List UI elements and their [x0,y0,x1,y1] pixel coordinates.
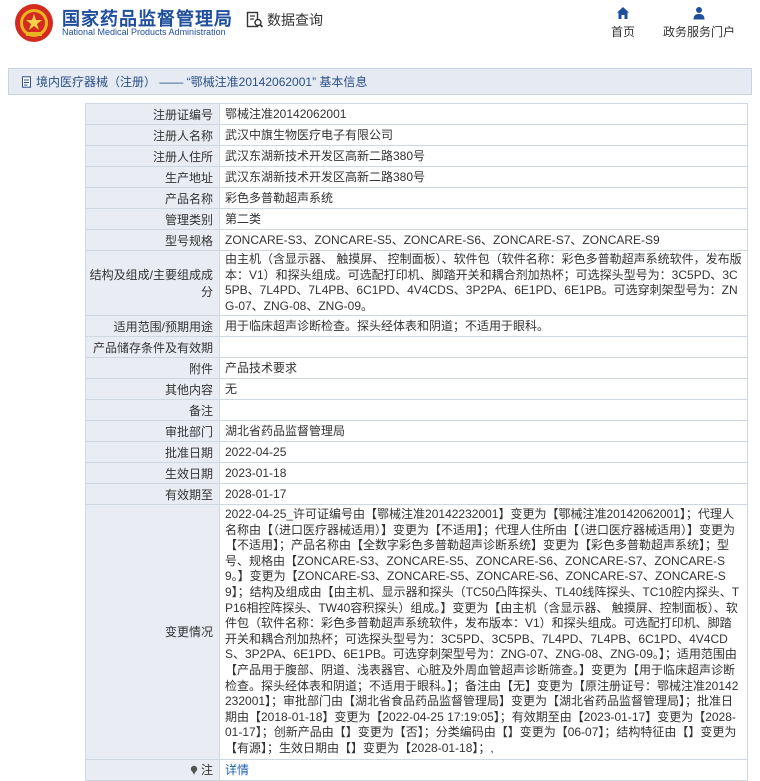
registration-info-table: 注册证编号 鄂械注准20142062001 注册人名称 武汉中旗生物医疗电子有限… [85,103,748,781]
field-label: 注册人住所 [85,145,220,167]
field-label: 注 [200,763,213,777]
field-value: 彩色多普勒超声系统 [219,187,748,209]
field-value: 用于临床超声诊断检查。探头经体表和阴道；不适用于眼科。 [219,315,748,337]
document-icon [22,75,31,88]
nav-home-label: 首页 [611,25,636,39]
table-row: 生产地址 武汉东湖新技术开发区高新二路380号 [85,166,748,188]
field-label: 注册证编号 [85,103,220,125]
breadcrumb-text: 境内医疗器械（注册） —— “鄂械注准20142062001” 基本信息 [36,75,368,89]
table-row: 其他内容 无 [85,378,748,400]
table-row: 产品名称 彩色多普勒超声系统 [85,187,748,209]
field-value: 武汉东湖新技术开发区高新二路380号 [219,145,748,167]
field-value: 产品技术要求 [219,357,748,379]
data-query-label: 数据查询 [267,12,323,28]
table-row: 产品储存条件及有效期 [85,336,748,358]
table-row: 审批部门 湖北省药品监督管理局 [85,420,748,442]
field-label: 其他内容 [85,378,220,400]
field-label: 生产地址 [85,166,220,188]
data-query-link[interactable]: 数据查询 [246,10,323,30]
details-cell: 详情 [219,758,748,781]
field-label: 注册人名称 [85,124,220,146]
field-value: 由主机（含显示器、 触摸屏、 控制面板）、软件包（软件名称：彩色多普勒超声系统软… [219,250,748,316]
field-label: 生效日期 [85,462,220,484]
table-row: 注册人名称 武汉中旗生物医疗电子有限公司 [85,124,748,146]
search-document-icon [246,11,264,28]
field-value: ZONCARE-S3、ZONCARE-S5、ZONCARE-S6、ZONCARE… [219,229,748,251]
national-emblem-icon [15,4,53,42]
field-value [219,399,748,421]
field-value: 武汉东湖新技术开发区高新二路380号 [219,166,748,188]
field-label: 附件 [85,357,220,379]
field-value: 2023-01-18 [219,462,748,484]
table-row: 生效日期 2023-01-18 [85,462,748,484]
field-value: 2028-01-17 [219,483,748,505]
field-value: 湖北省药品监督管理局 [219,420,748,442]
field-value: 无 [219,378,748,400]
field-label: 有效期至 [85,483,220,505]
nav-services-label: 政务服务门户 [663,25,736,39]
field-label: 适用范围/预期用途 [85,315,220,337]
nav-services[interactable]: 政务服务门户 [663,6,735,40]
field-label: 型号规格 [85,229,220,251]
table-row: 附件 产品技术要求 [85,357,748,379]
field-value: 武汉中旗生物医疗电子有限公司 [219,124,748,146]
table-row: 备注 [85,399,748,421]
table-row: 结构及组成/主要组成成分 由主机（含显示器、 触摸屏、 控制面板）、软件包（软件… [85,250,748,316]
field-label: 产品储存条件及有效期 [85,336,220,358]
table-row: 管理类别 第二类 [85,208,748,230]
site-header: 国家药品监督管理局 National Medical Products Admi… [0,0,760,50]
field-value: 鄂械注准20142062001 [219,103,748,125]
field-label: 产品名称 [85,187,220,209]
user-icon [693,7,705,20]
field-label: 批准日期 [85,441,220,463]
field-value: 第二类 [219,208,748,230]
home-icon [617,7,629,19]
change-history-value: 2022-04-25_许可证编号由【鄂械注准20142232001】变更为【鄂械… [219,504,748,760]
table-row: 批准日期 2022-04-25 [85,441,748,463]
field-label: 结构及组成/主要组成成分 [85,250,220,316]
note-label-cell: 注 [85,758,220,781]
field-value [219,336,748,358]
table-row: 变更情况 2022-04-25_许可证编号由【鄂械注准20142232001】变… [85,504,748,760]
table-row: 注册证编号 鄂械注准20142062001 [85,103,748,125]
table-row: 注册人住所 武汉东湖新技术开发区高新二路380号 [85,145,748,167]
field-value: 2022-04-25 [219,441,748,463]
nav-home[interactable]: 首页 [611,6,635,40]
pin-icon [190,765,198,775]
field-label: 管理类别 [85,208,220,230]
field-label: 变更情况 [85,504,220,760]
brand-title-en[interactable]: National Medical Products Administration [62,27,226,37]
field-label: 审批部门 [85,420,220,442]
breadcrumb: 境内医疗器械（注册） —— “鄂械注准20142062001” 基本信息 [8,68,752,95]
table-row: 适用范围/预期用途 用于临床超声诊断检查。探头经体表和阴道；不适用于眼科。 [85,315,748,337]
table-row: 型号规格 ZONCARE-S3、ZONCARE-S5、ZONCARE-S6、ZO… [85,229,748,251]
table-row: 注 详情 [85,758,748,781]
table-row: 有效期至 2028-01-17 [85,483,748,505]
field-label: 备注 [85,399,220,421]
